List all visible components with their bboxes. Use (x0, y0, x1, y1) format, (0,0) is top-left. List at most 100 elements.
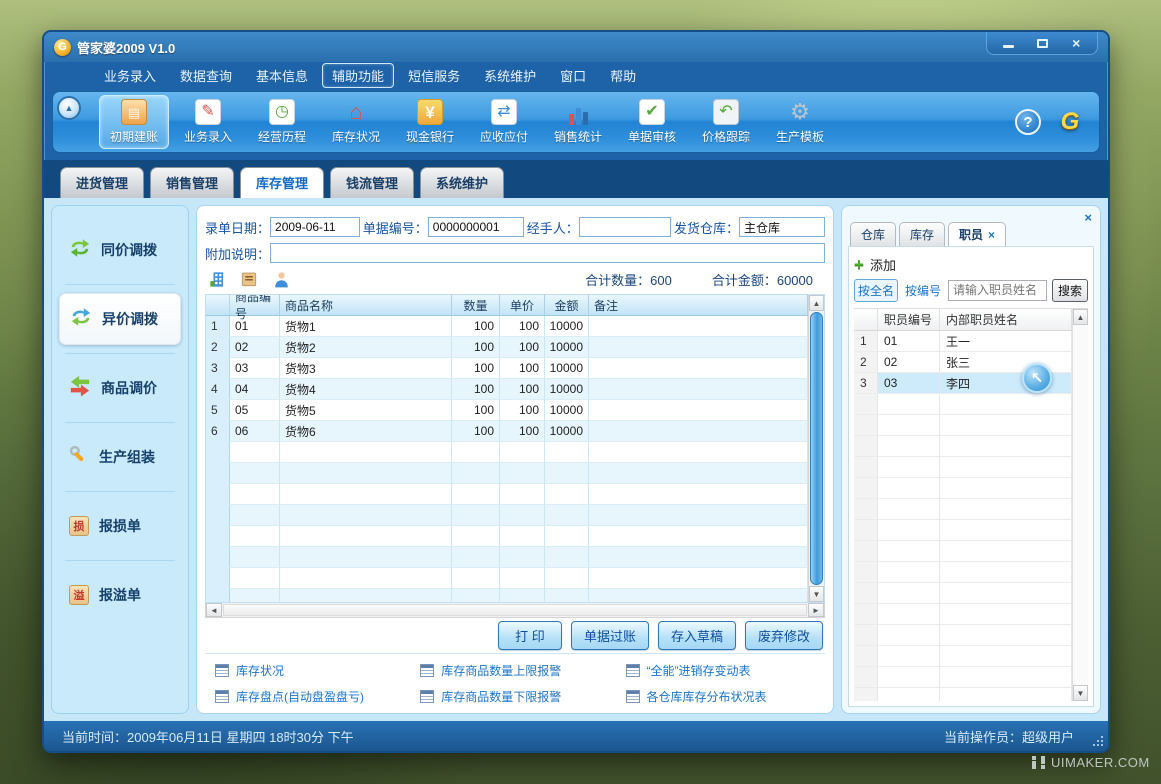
tab-0[interactable]: 进货管理 (60, 167, 144, 198)
toolbar-item-1[interactable]: ✎业务录入 (173, 95, 243, 149)
lookup-tab-2[interactable]: 职员× (948, 222, 1006, 246)
search-by-code-toggle[interactable]: 按编号 (903, 280, 943, 301)
menu-item-5[interactable]: 系统维护 (474, 63, 546, 88)
sidebar-item-2[interactable]: 商品调价 (59, 362, 181, 414)
table-row[interactable]: 505货物510010010000 (206, 400, 808, 421)
tab-1[interactable]: 销售管理 (150, 167, 234, 198)
staff-search-input[interactable] (948, 280, 1047, 301)
report-link-0[interactable]: 库存状况 (215, 662, 420, 679)
scrollbar-thumb[interactable] (810, 312, 823, 585)
print-button[interactable]: 打 印 (498, 621, 562, 650)
staff-row-empty[interactable] (854, 688, 1072, 701)
report-link-1[interactable]: 库存盘点(自动盘盈盘亏) (215, 688, 420, 705)
staff-row-empty[interactable] (854, 604, 1072, 625)
handler-input[interactable] (579, 217, 671, 237)
discard-button[interactable]: 废弃修改 (745, 621, 823, 650)
menu-item-7[interactable]: 帮助 (600, 63, 646, 88)
warehouse-quick-icon[interactable] (207, 269, 227, 289)
table-row-empty[interactable] (206, 442, 808, 463)
toolbar-item-8[interactable]: ↶价格跟踪 (691, 95, 761, 149)
save-draft-button[interactable]: 存入草稿 (658, 621, 736, 650)
staff-row-empty[interactable] (854, 562, 1072, 583)
table-row[interactable]: 101货物110010010000 (206, 316, 808, 337)
menu-item-4[interactable]: 短信服务 (398, 63, 470, 88)
date-input[interactable] (270, 217, 360, 237)
sidebar-item-4[interactable]: 损报损单 (59, 500, 181, 552)
table-row-empty[interactable] (206, 526, 808, 547)
lookup-tab-1[interactable]: 库存 (899, 222, 945, 246)
scroll-down-icon[interactable]: ▼ (809, 586, 824, 602)
staff-row-empty[interactable] (854, 394, 1072, 415)
table-row[interactable]: 606货物610010010000 (206, 421, 808, 442)
minimize-button[interactable] (993, 35, 1023, 51)
menu-item-2[interactable]: 基本信息 (246, 63, 318, 88)
menu-item-3[interactable]: 辅助功能 (322, 63, 394, 88)
resize-grip[interactable] (1093, 736, 1103, 746)
horizontal-scrollbar[interactable]: ◄ ► (205, 603, 825, 618)
staff-row-empty[interactable] (854, 667, 1072, 688)
staff-scroll-down-icon[interactable]: ▼ (1073, 685, 1088, 701)
panel-close-icon[interactable]: × (1084, 210, 1092, 225)
vertical-scrollbar[interactable]: ▲ ▼ (808, 295, 824, 602)
toolbar-item-9[interactable]: ⚙生产模板 (765, 95, 835, 149)
staff-row-empty[interactable] (854, 499, 1072, 520)
table-row-empty[interactable] (206, 484, 808, 505)
person-quick-icon[interactable] (271, 269, 291, 289)
table-row-empty[interactable] (206, 505, 808, 526)
report-link-2[interactable]: 库存商品数量上限报警 (420, 662, 625, 679)
toolbar-item-7[interactable]: ✔单据审核 (617, 95, 687, 149)
staff-scroll-up-icon[interactable]: ▲ (1073, 309, 1088, 325)
toolbar-item-4[interactable]: ¥现金银行 (395, 95, 465, 149)
add-row[interactable]: + 添加 (854, 252, 1088, 276)
staff-row-empty[interactable] (854, 646, 1072, 667)
search-by-name-toggle[interactable]: 按全名 (854, 279, 898, 302)
table-row[interactable]: 303货物310010010000 (206, 358, 808, 379)
sidebar-item-0[interactable]: 同价调拨 (59, 224, 181, 276)
menu-item-0[interactable]: 业务录入 (94, 63, 166, 88)
scroll-up-icon[interactable]: ▲ (809, 295, 824, 311)
tab-3[interactable]: 钱流管理 (330, 167, 414, 198)
report-link-4[interactable]: “全能”进销存变动表 (626, 662, 821, 679)
staff-row-empty[interactable] (854, 583, 1072, 604)
staff-row-empty[interactable] (854, 436, 1072, 457)
search-button[interactable]: 搜索 (1052, 279, 1088, 302)
table-row-empty[interactable] (206, 463, 808, 484)
scroll-right-icon[interactable]: ► (808, 603, 824, 617)
sidebar-item-3[interactable]: 生产组装 (59, 431, 181, 483)
staff-row-empty[interactable] (854, 520, 1072, 541)
staff-scrollbar[interactable]: ▲ ▼ (1072, 309, 1088, 701)
staff-row[interactable]: 101王一 (854, 331, 1072, 352)
scroll-left-icon[interactable]: ◄ (206, 603, 222, 617)
collapse-toolbar-button[interactable]: ▲ (57, 96, 81, 120)
menu-item-1[interactable]: 数据查询 (170, 63, 242, 88)
table-row-empty[interactable] (206, 547, 808, 568)
toolbar-item-5[interactable]: ⇄应收应付 (469, 95, 539, 149)
staff-row-empty[interactable] (854, 457, 1072, 478)
warehouse-input[interactable] (739, 217, 825, 237)
package-quick-icon[interactable] (239, 269, 259, 289)
close-button[interactable]: × (1061, 35, 1091, 51)
toolbar-item-6[interactable]: 销售统计 (543, 95, 613, 149)
help-icon[interactable]: ? (1015, 109, 1041, 135)
note-input[interactable] (270, 243, 825, 263)
table-row[interactable]: 202货物210010010000 (206, 337, 808, 358)
menu-item-6[interactable]: 窗口 (550, 63, 596, 88)
report-link-5[interactable]: 各仓库库存分布状况表 (626, 688, 821, 705)
toolbar-item-3[interactable]: ⌂库存状况 (321, 95, 391, 149)
staff-row-empty[interactable] (854, 478, 1072, 499)
staff-row-empty[interactable] (854, 415, 1072, 436)
table-row-empty[interactable] (206, 589, 808, 602)
tab-close-icon[interactable]: × (988, 228, 995, 242)
toolbar-item-2[interactable]: ◷经营历程 (247, 95, 317, 149)
report-link-3[interactable]: 库存商品数量下限报警 (420, 688, 625, 705)
sidebar-item-1[interactable]: 异价调拨 (59, 293, 181, 345)
lookup-tab-0[interactable]: 仓库 (850, 222, 896, 246)
table-row-empty[interactable] (206, 568, 808, 589)
toolbar-item-0[interactable]: ▤初期建账 (99, 95, 169, 149)
table-row[interactable]: 404货物410010010000 (206, 379, 808, 400)
hscrollbar-track[interactable] (223, 604, 807, 616)
tab-2[interactable]: 库存管理 (240, 167, 324, 198)
staff-row-empty[interactable] (854, 625, 1072, 646)
doc-no-input[interactable] (428, 217, 524, 237)
maximize-button[interactable] (1027, 35, 1057, 51)
